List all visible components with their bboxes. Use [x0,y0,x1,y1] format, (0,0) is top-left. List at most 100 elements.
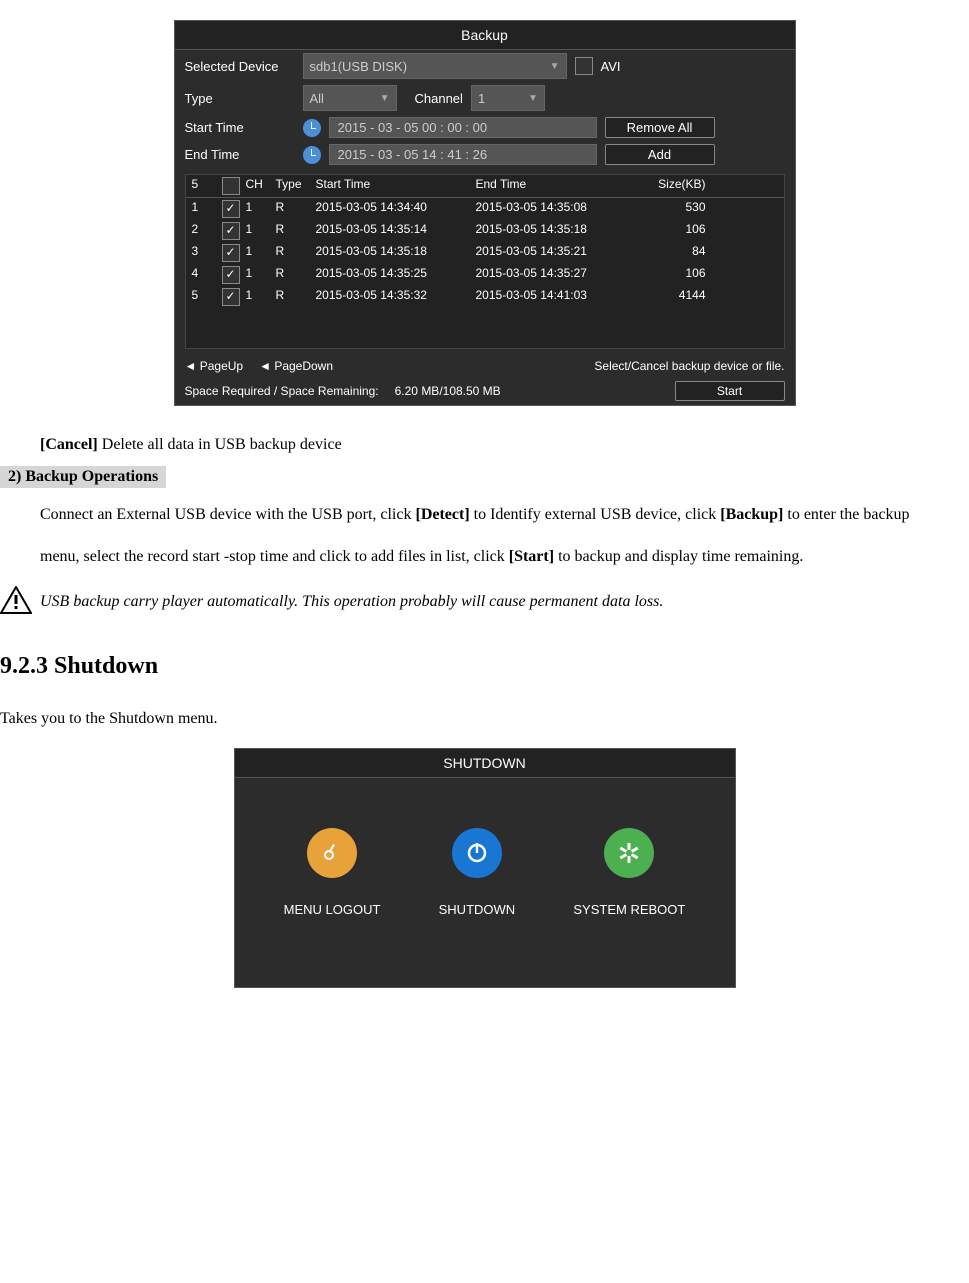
space-value: 6.20 MB/108.50 MB [395,384,501,398]
reboot-label: SYSTEM REBOOT [573,902,685,917]
row-checkbox[interactable] [222,200,240,218]
para-1: Connect an External USB device with the … [0,490,969,581]
row-checkbox[interactable] [222,244,240,262]
cell-ch: 1 [246,288,276,306]
row-checkbox[interactable] [222,266,240,284]
table-row[interactable]: 4 1R2015-03-05 14:35:252015-03-05 14:35:2… [186,264,784,286]
channel-value: 1 [478,91,485,106]
cell-type: R [276,244,316,262]
header-checkbox[interactable] [222,177,240,195]
cell-type: R [276,266,316,284]
clock-icon [303,119,321,137]
cell-start: 2015-03-05 14:34:40 [316,200,476,218]
avi-checkbox[interactable] [575,57,593,75]
cell-type: R [276,200,316,218]
type-value: All [310,91,324,106]
cell-idx: 3 [192,244,222,262]
hint-text: Select/Cancel backup device or file. [349,359,784,373]
cell-start: 2015-03-05 14:35:18 [316,244,476,262]
type-select[interactable]: All ▼ [303,85,397,111]
cell-ch: 1 [246,266,276,284]
end-time-input[interactable]: 2015 - 03 - 05 14 : 41 : 26 [329,144,597,165]
backup-dialog: Backup Selected Device sdb1(USB DISK) ▼ … [174,20,796,406]
cell-end: 2015-03-05 14:35:27 [476,266,636,284]
cell-ch: 1 [246,200,276,218]
cell-size: 84 [636,244,706,262]
cell-idx: 5 [192,288,222,306]
reboot-item[interactable]: SYSTEM REBOOT [573,828,685,917]
cell-size: 4144 [636,288,706,306]
cell-idx: 1 [192,200,222,218]
cell-end: 2015-03-05 14:35:08 [476,200,636,218]
cancel-desc: [Cancel] Delete all data in USB backup d… [0,426,969,464]
shutdown-title: SHUTDOWN [235,749,735,778]
menu-logout-item[interactable]: MENU LOGOUT [284,828,381,917]
cell-ch: 1 [246,222,276,240]
header-end: End Time [476,177,636,195]
pagination-row: ◄ PageUp ◄ PageDown Select/Cancel backup… [175,355,795,377]
power-icon [452,828,502,878]
cell-size: 106 [636,222,706,240]
cell-end: 2015-03-05 14:35:18 [476,222,636,240]
warning-icon [0,586,32,619]
remove-all-button[interactable]: Remove All [605,117,715,138]
cell-start: 2015-03-05 14:35:32 [316,288,476,306]
shutdown-label: SHUTDOWN [439,902,516,917]
cell-size: 530 [636,200,706,218]
start-time-label: Start Time [185,120,295,135]
cell-idx: 2 [192,222,222,240]
space-label: Space Required / Space Remaining: [185,384,379,398]
chevron-down-icon: ▼ [528,93,538,104]
start-time-input[interactable]: 2015 - 03 - 05 00 : 00 : 00 [329,117,597,138]
shutdown-item[interactable]: SHUTDOWN [439,828,516,917]
section-heading: 2) Backup Operations [0,466,166,488]
add-button[interactable]: Add [605,144,715,165]
records-table: 5 CH Type Start Time End Time Size(KB) 1… [185,174,785,349]
table-header: 5 CH Type Start Time End Time Size(KB) [186,175,784,198]
cell-size: 106 [636,266,706,284]
table-row[interactable]: 3 1R2015-03-05 14:35:182015-03-05 14:35:2… [186,242,784,264]
pagedown-button[interactable]: ◄ PageDown [259,359,333,373]
cell-type: R [276,222,316,240]
clock-icon [303,146,321,164]
chevron-down-icon: ▼ [550,61,560,72]
table-row[interactable]: 5 1R2015-03-05 14:35:322015-03-05 14:41:0… [186,286,784,308]
type-label: Type [185,91,295,106]
header-size: Size(KB) [636,177,706,195]
table-row[interactable]: 2 1R2015-03-05 14:35:142015-03-05 14:35:1… [186,220,784,242]
header-count: 5 [192,177,222,195]
logout-label: MENU LOGOUT [284,902,381,917]
row-checkbox[interactable] [222,222,240,240]
cell-end: 2015-03-05 14:41:03 [476,288,636,306]
cell-start: 2015-03-05 14:35:25 [316,266,476,284]
selected-device-label: Selected Device [185,59,295,74]
end-time-label: End Time [185,147,295,162]
cell-idx: 4 [192,266,222,284]
header-type: Type [276,177,316,195]
cell-start: 2015-03-05 14:35:14 [316,222,476,240]
avi-label: AVI [601,59,621,74]
header-ch: CH [246,177,276,195]
takes-text: Takes you to the Shutdown menu. [0,700,969,738]
reboot-icon [604,828,654,878]
selected-device-select[interactable]: sdb1(USB DISK) ▼ [303,53,567,79]
warning-text: USB backup carry player automatically. T… [40,593,663,610]
warning-row: USB backup carry player automatically. T… [0,582,969,623]
cell-ch: 1 [246,244,276,262]
table-row[interactable]: 11R2015-03-05 14:34:402015-03-05 14:35:0… [186,198,784,220]
row-checkbox[interactable] [222,288,240,306]
header-start: Start Time [316,177,476,195]
h2-shutdown: 9.2.3 Shutdown [0,653,969,680]
logout-icon [307,828,357,878]
channel-label: Channel [415,91,463,106]
cell-end: 2015-03-05 14:35:21 [476,244,636,262]
cancel-label: [Cancel] [40,436,98,453]
channel-select[interactable]: 1 ▼ [471,85,545,111]
start-button[interactable]: Start [675,381,785,401]
selected-device-value: sdb1(USB DISK) [310,59,408,74]
pageup-button[interactable]: ◄ PageUp [185,359,244,373]
space-row: Space Required / Space Remaining: 6.20 M… [175,377,795,405]
dialog-title: Backup [175,21,795,50]
cell-type: R [276,288,316,306]
chevron-down-icon: ▼ [380,93,390,104]
